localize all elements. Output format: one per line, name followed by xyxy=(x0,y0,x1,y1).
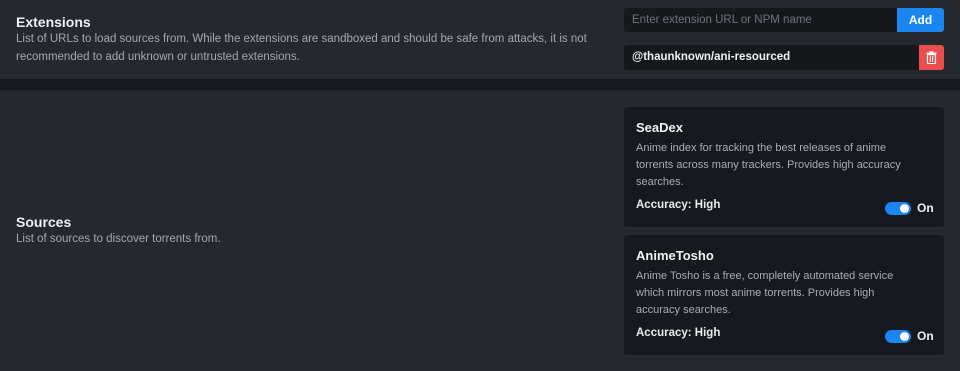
toggle-label: On xyxy=(917,201,934,215)
extensions-title: Extensions xyxy=(16,14,91,30)
extensions-panel: Extensions List of URLs to load sources … xyxy=(0,0,960,79)
sources-title: Sources xyxy=(16,214,72,230)
extension-item: @thaunknown/ani-resourced xyxy=(624,45,920,70)
source-card-seadex: SeaDex Anime index for tracking the best… xyxy=(624,107,944,227)
toggle-knob xyxy=(900,204,909,213)
source-name: SeaDex xyxy=(636,120,683,135)
toggle-knob xyxy=(900,332,909,341)
delete-extension-button[interactable] xyxy=(919,45,944,70)
trash-icon xyxy=(926,51,937,64)
source-toggle-animetosho[interactable] xyxy=(885,330,911,343)
source-description: Anime Tosho is a free, completely automa… xyxy=(636,270,894,316)
toggle-label: On xyxy=(917,329,934,343)
source-name: AnimeTosho xyxy=(636,248,714,263)
extension-url-input[interactable] xyxy=(624,8,897,32)
add-extension-button[interactable]: Add xyxy=(897,8,944,32)
source-toggle-seadex[interactable] xyxy=(885,202,911,215)
source-description: Anime index for tracking the best releas… xyxy=(636,142,901,188)
sources-description: List of sources to discover torrents fro… xyxy=(16,233,221,245)
source-card-animetosho: AnimeTosho Anime Tosho is a free, comple… xyxy=(624,235,944,355)
extensions-description: List of URLs to load sources from. While… xyxy=(16,33,587,63)
sources-panel: Sources List of sources to discover torr… xyxy=(0,90,960,371)
source-accuracy: Accuracy: High xyxy=(636,327,721,339)
source-accuracy: Accuracy: High xyxy=(636,199,721,211)
